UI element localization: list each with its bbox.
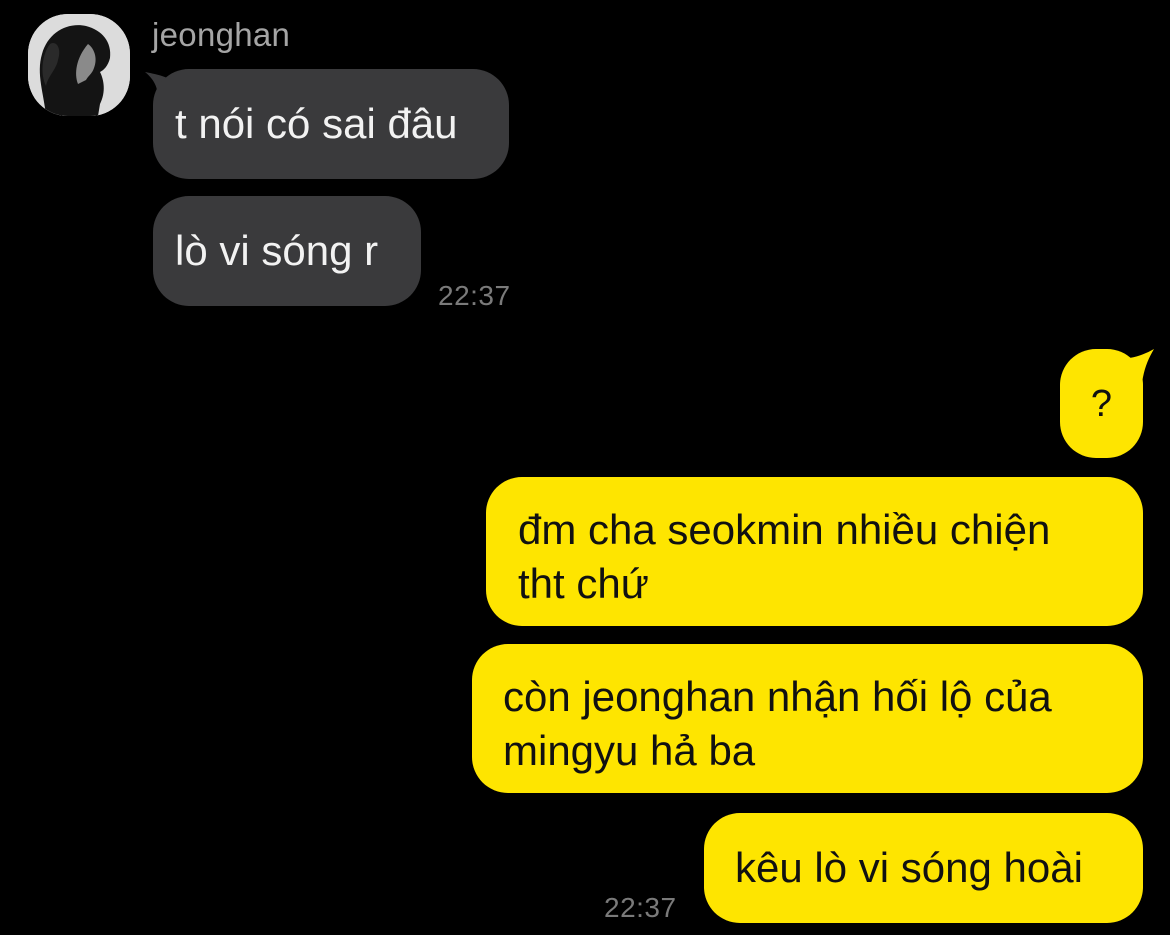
sender-name: jeonghan bbox=[152, 16, 291, 53]
incoming-message-text: t nói có sai đâu bbox=[175, 100, 458, 147]
outgoing-message-line: tht chứ bbox=[518, 560, 649, 607]
incoming-message-text: lò vi sóng r bbox=[175, 227, 379, 274]
outgoing-message-line: đm cha seokmin nhiều chiện bbox=[518, 506, 1051, 553]
contact-avatar[interactable] bbox=[28, 14, 130, 116]
outgoing-message[interactable]: đm cha seokmin nhiều chiện tht chứ bbox=[486, 477, 1143, 626]
incoming-message[interactable]: t nói có sai đâu bbox=[153, 69, 509, 179]
outgoing-message[interactable]: còn jeonghan nhận hối lộ của mingyu hả b… bbox=[472, 644, 1143, 793]
outgoing-message-text: ? bbox=[1090, 383, 1113, 425]
incoming-message[interactable]: lò vi sóng r bbox=[153, 196, 421, 306]
outgoing-message[interactable]: kêu lò vi sóng hoài bbox=[704, 813, 1143, 923]
message-timestamp: 22:37 bbox=[438, 280, 511, 311]
outgoing-message-line: mingyu hả ba bbox=[503, 727, 756, 774]
profile-photo-icon bbox=[28, 14, 130, 116]
message-timestamp: 22:37 bbox=[604, 892, 677, 923]
outgoing-message-line: còn jeonghan nhận hối lộ của bbox=[503, 673, 1052, 720]
outgoing-message-text: kêu lò vi sóng hoài bbox=[735, 844, 1083, 891]
outgoing-message[interactable]: ? bbox=[1060, 349, 1143, 458]
